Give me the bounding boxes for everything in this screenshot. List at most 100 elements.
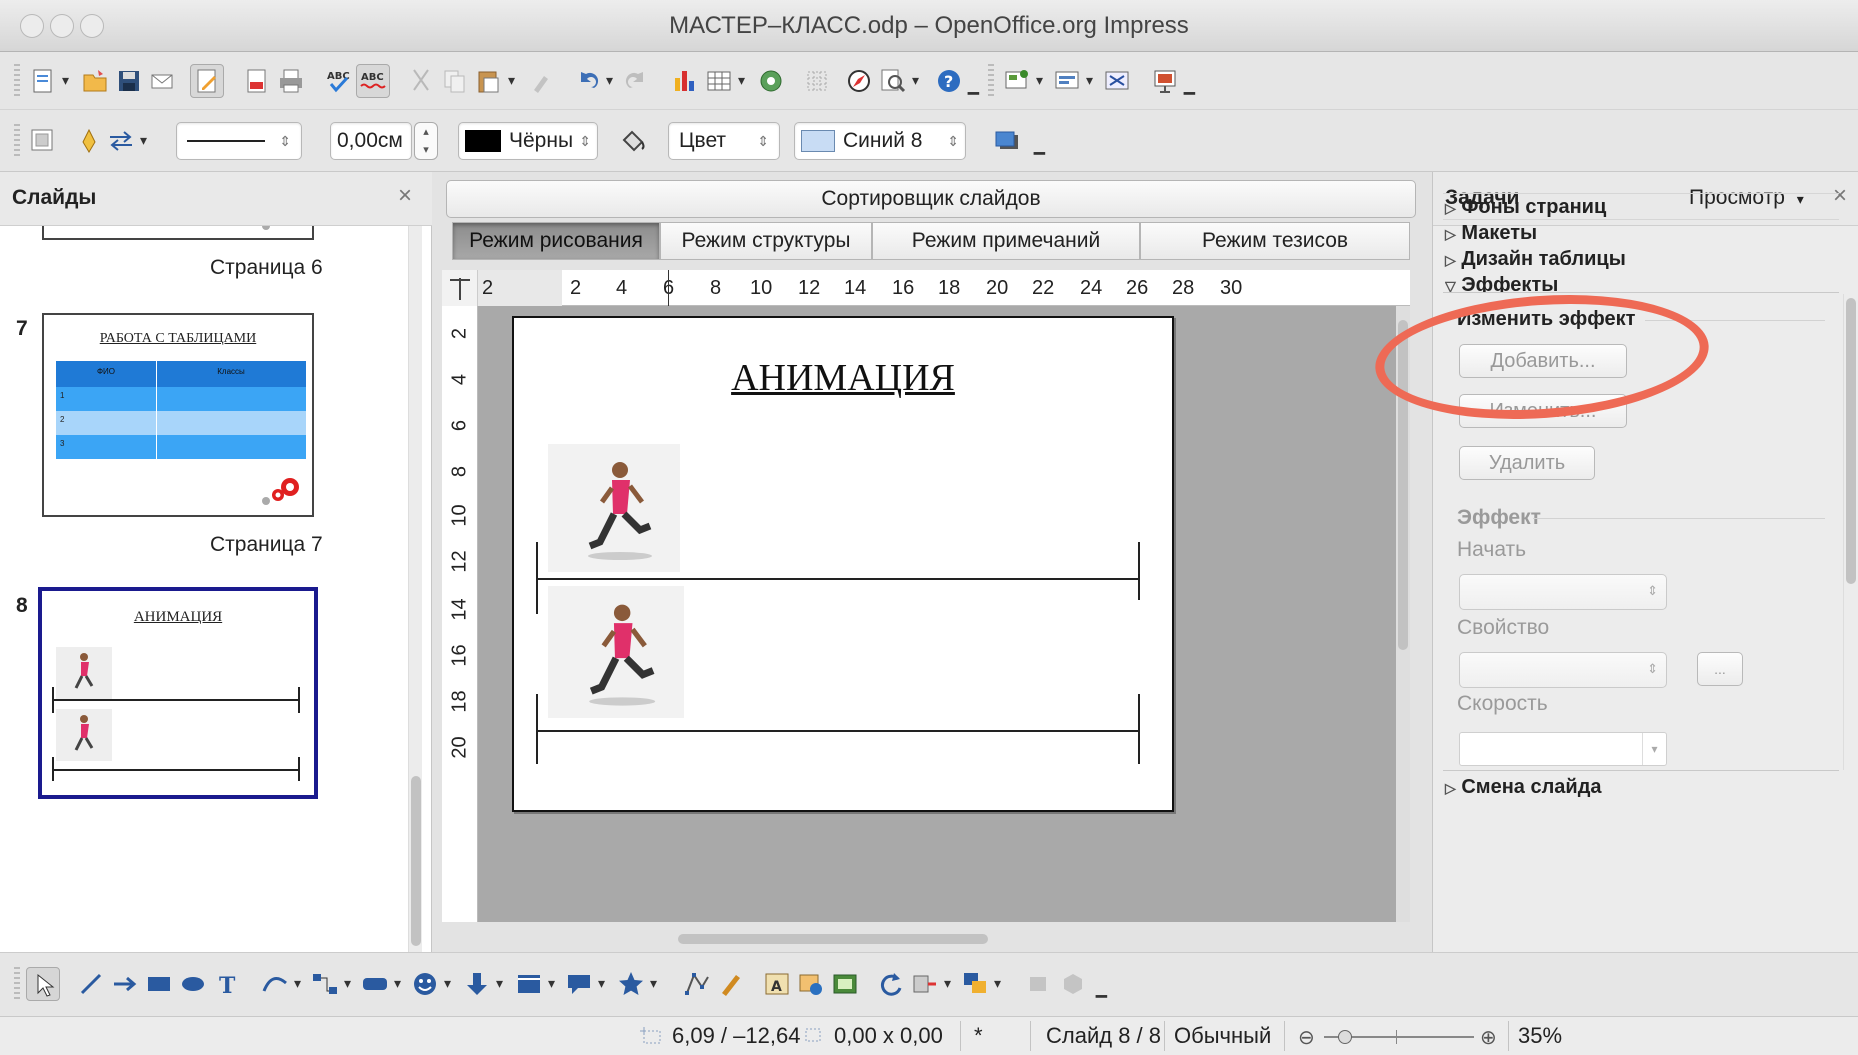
start-select[interactable]: ⇕	[1459, 574, 1667, 610]
text-tool-icon[interactable]: T	[210, 967, 244, 1001]
arrange-dropdown-icon[interactable]: ▾	[994, 975, 1001, 992]
shapes-dropdown-icon[interactable]: ▾	[394, 975, 401, 992]
zoom-slider[interactable]	[1324, 1030, 1474, 1044]
gallery-icon[interactable]	[754, 64, 788, 98]
tab-handout[interactable]: Режим тезисов	[1140, 222, 1410, 260]
new-document-icon[interactable]	[26, 64, 60, 98]
rectangle-tool-icon[interactable]	[142, 967, 176, 1001]
arrows-dropdown-icon[interactable]: ▾	[496, 975, 503, 992]
extrusion-icon[interactable]	[1022, 967, 1056, 1001]
alignment-dropdown-icon[interactable]: ▾	[944, 975, 951, 992]
tasks-scrollbar[interactable]	[1843, 294, 1857, 770]
tab-outline[interactable]: Режим структуры	[660, 222, 872, 260]
slide-thumbnail-7[interactable]: РАБОТА С ТАБЛИЦАМИ ФИО Классы 1 2 3	[42, 313, 314, 517]
gallery-toggle-icon[interactable]	[828, 967, 862, 1001]
track-line-1[interactable]	[536, 578, 1140, 580]
alignment-icon[interactable]	[908, 967, 942, 1001]
symbol-dropdown-icon[interactable]: ▾	[444, 975, 451, 992]
new-dropdown-icon[interactable]: ▾	[62, 72, 69, 89]
scroll-thumb[interactable]	[411, 776, 421, 946]
select-pointer-icon[interactable]	[26, 967, 60, 1001]
arrange-icon[interactable]	[958, 967, 992, 1001]
grid-icon[interactable]	[800, 64, 834, 98]
property-select[interactable]: ⇕	[1459, 652, 1667, 688]
section-page-backgrounds[interactable]: ▷ Фоны страниц	[1445, 196, 1606, 219]
layout-dropdown-icon[interactable]: ▾	[1086, 72, 1093, 89]
toolbar-grip[interactable]	[988, 64, 994, 98]
help-icon[interactable]: ?	[932, 64, 966, 98]
zoom-dropdown-icon[interactable]: ▾	[912, 72, 919, 89]
stars-icon[interactable]	[614, 967, 648, 1001]
slide-page[interactable]: АНИМАЦИЯ	[512, 316, 1174, 812]
curve-dropdown-icon[interactable]: ▾	[294, 975, 301, 992]
curve-tool-icon[interactable]	[258, 967, 292, 1001]
chart-icon[interactable]	[668, 64, 702, 98]
modified-indicator[interactable]: *	[974, 1023, 983, 1049]
remove-effect-button[interactable]: Удалить	[1459, 446, 1595, 480]
slide-title[interactable]: АНИМАЦИЯ	[514, 356, 1172, 400]
slide-dropdown-icon[interactable]: ▾	[1036, 72, 1043, 89]
copy-icon[interactable]	[438, 64, 472, 98]
scroll-thumb[interactable]	[678, 934, 988, 944]
area-style-select[interactable]: Цвет ⇕	[668, 122, 780, 160]
zoom-icon[interactable]	[876, 64, 910, 98]
spellcheck-icon[interactable]: ABC	[322, 64, 356, 98]
undo-icon[interactable]	[570, 64, 604, 98]
line-width-stepper[interactable]: ▴ ▾	[414, 122, 438, 160]
line-color-select[interactable]: Чёрны ⇕	[458, 122, 598, 160]
toolbar-overflow-icon[interactable]: ▁	[1096, 981, 1107, 998]
section-effects[interactable]: ▽ Эффекты	[1445, 274, 1558, 292]
line-style-select[interactable]: ⇕	[176, 122, 302, 160]
line-style-icon[interactable]	[72, 124, 106, 158]
print-icon[interactable]	[274, 64, 308, 98]
zoom-in-icon[interactable]: ⊕	[1480, 1025, 1497, 1050]
toolbar-grip[interactable]	[14, 967, 20, 1001]
section-layouts[interactable]: ▷ Макеты	[1445, 222, 1537, 245]
3d-effects-icon[interactable]	[1056, 967, 1090, 1001]
slide-thumbnail-8-selected[interactable]: АНИМАЦИЯ	[38, 587, 318, 799]
display-mode-icon[interactable]	[26, 124, 60, 158]
flowchart-dropdown-icon[interactable]: ▾	[548, 975, 555, 992]
slide-layout-icon[interactable]	[1050, 64, 1084, 98]
slide-canvas[interactable]: АНИМАЦИЯ	[478, 306, 1410, 922]
speed-select[interactable]: ▾	[1459, 732, 1667, 766]
zoom-level[interactable]: 35%	[1518, 1023, 1562, 1049]
track-line-2[interactable]	[536, 730, 1140, 732]
autospellcheck-icon[interactable]: ABC	[356, 64, 390, 98]
cut-icon[interactable]	[404, 64, 438, 98]
insert-image-icon[interactable]	[794, 967, 828, 1001]
slide-icon[interactable]	[1000, 64, 1034, 98]
line-tool-icon[interactable]	[74, 967, 108, 1001]
horizontal-ruler[interactable]: 2 2 4 6 8 10 12 14 16 18 20 22 24 26 28 …	[442, 270, 1410, 306]
connector-dropdown-icon[interactable]: ▾	[344, 975, 351, 992]
edit-file-icon[interactable]	[190, 64, 224, 98]
line-width-input[interactable]: 0,00см	[330, 122, 412, 160]
export-pdf-icon[interactable]	[240, 64, 274, 98]
area-color-select[interactable]: Синий 8 ⇕	[794, 122, 966, 160]
vertical-ruler[interactable]: 2 4 6 8 10 12 14 16 18 20	[442, 306, 478, 922]
paste-dropdown-icon[interactable]: ▾	[508, 72, 515, 89]
section-slide-transition[interactable]: ▷ Смена слайда	[1445, 776, 1602, 799]
canvas-horizontal-scrollbar[interactable]	[478, 922, 1410, 946]
open-folder-icon[interactable]	[78, 64, 112, 98]
ellipse-tool-icon[interactable]	[176, 967, 210, 1001]
property-options-button[interactable]: ...	[1697, 652, 1743, 686]
slide-sorter-tab[interactable]: Сортировщик слайдов	[446, 180, 1416, 218]
toolbar-overflow-icon[interactable]: ▁	[1184, 78, 1195, 95]
undo-dropdown-icon[interactable]: ▾	[606, 72, 613, 89]
basic-shapes-icon[interactable]	[358, 967, 392, 1001]
save-icon[interactable]	[112, 64, 146, 98]
block-arrows-icon[interactable]	[460, 967, 494, 1001]
insert-frame-icon[interactable]: A	[760, 967, 794, 1001]
toolbar-overflow-icon[interactable]: ▁	[1034, 138, 1045, 155]
slide-show-icon[interactable]	[1148, 64, 1182, 98]
toolbar-grip[interactable]	[14, 124, 20, 158]
zoom-slider-thumb[interactable]	[1338, 1030, 1352, 1044]
zoom-out-icon[interactable]: ⊖	[1298, 1025, 1315, 1050]
section-table-design[interactable]: ▷ Дизайн таблицы	[1445, 248, 1626, 271]
close-slides-panel-icon[interactable]: ×	[398, 182, 412, 210]
clone-formatting-icon[interactable]	[524, 64, 558, 98]
callout-icon[interactable]	[562, 967, 596, 1001]
points-icon[interactable]	[680, 967, 714, 1001]
toolbar-grip[interactable]	[14, 64, 20, 98]
